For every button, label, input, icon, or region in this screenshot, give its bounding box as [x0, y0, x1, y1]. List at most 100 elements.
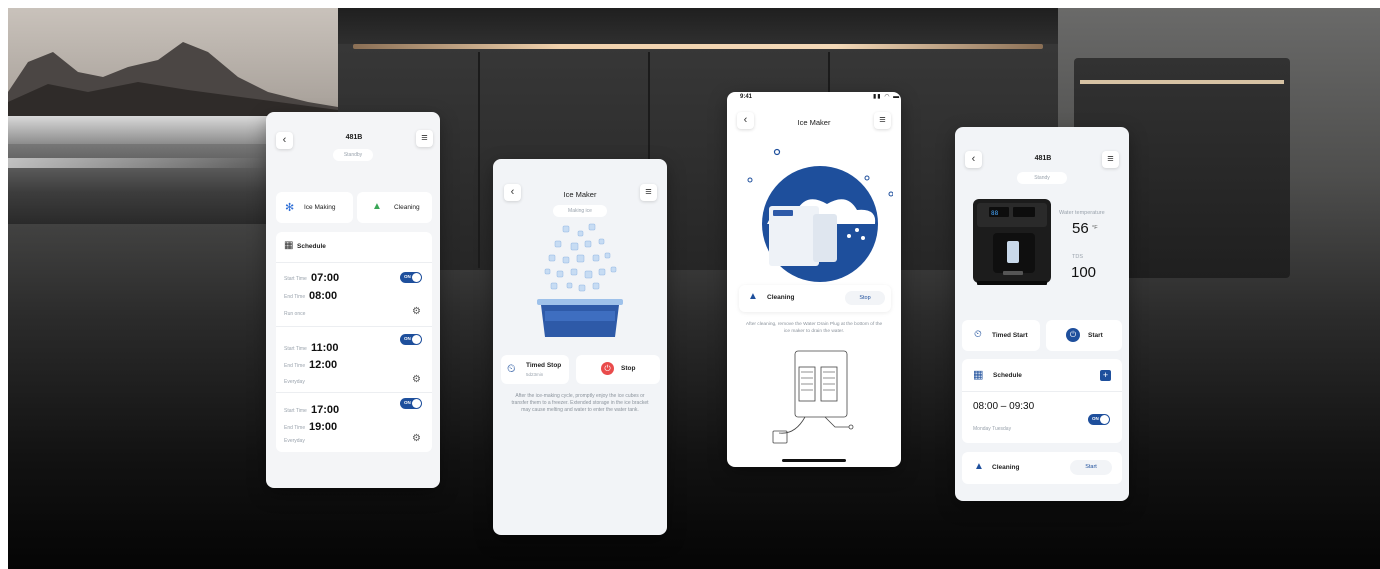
cleaning-panel: ▲ Cleaning Start — [962, 452, 1122, 484]
timer-icon: ⏲ — [507, 363, 516, 375]
stop-label: Stop — [621, 365, 636, 372]
cleaning-start-button[interactable]: Start — [1070, 460, 1112, 475]
cabinet-light-strip — [353, 44, 1043, 49]
timed-stop-sub: 5d23min — [526, 372, 544, 377]
back-button[interactable]: ‹ — [504, 184, 521, 201]
menu-button[interactable]: ≡ — [416, 130, 433, 147]
add-schedule-button[interactable]: + — [1100, 370, 1111, 381]
schedule-days: Monday Tuesday — [973, 426, 1012, 432]
cleaning-label: Cleaning — [394, 204, 420, 211]
kitchen-background — [8, 8, 1380, 569]
start-time-value: 07:00 — [311, 272, 340, 284]
screen-title: Ice Maker — [563, 190, 597, 199]
cleaning-icon: ▲ — [748, 291, 758, 302]
start-time-value: 11:00 — [311, 342, 339, 354]
schedule-label: Schedule — [993, 372, 1022, 379]
water-temp-label: Water temperature — [1059, 210, 1105, 216]
gear-icon[interactable]: ⚙ — [412, 374, 421, 385]
ice-making-label: Ice Making — [304, 204, 336, 211]
cabinet-seam — [478, 52, 480, 268]
ice-maker-product-image: 88 — [973, 199, 1051, 285]
divider — [276, 326, 432, 327]
end-time-value: 12:00 — [309, 359, 338, 371]
phone-screen-ice-maker: ‹ ≡ Ice Maker Making ice ⏲ Timed Stop 5d… — [493, 159, 667, 535]
end-time-value: 08:00 — [309, 290, 338, 302]
phone-screen-cleaning: 9:41 ▮▮ ◠ ▬ ‹ ≡ Ice Maker ▲ Cleaning Sto… — [727, 92, 901, 467]
end-time-label: End Time — [284, 363, 306, 369]
cleaning-button[interactable]: ▲ Cleaning — [357, 192, 432, 223]
repeat-label: Everyday — [284, 379, 305, 385]
schedule-icon: ▦ — [973, 369, 984, 381]
timed-stop-label: Timed Stop — [526, 362, 562, 369]
phone-screen-dashboard: ‹ ≡ 481B Standy 88 Water temperature 56 … — [955, 127, 1129, 501]
divider — [276, 262, 432, 263]
schedule-time: 08:00 – 09:30 — [973, 401, 1035, 412]
tds-label: TDS — [1072, 254, 1083, 260]
tds-value: 100 — [1071, 264, 1097, 281]
schedule-toggle[interactable]: ON — [400, 334, 422, 345]
floor-shine — [8, 158, 268, 168]
repeat-label: Everyday — [284, 438, 305, 444]
schedule-toggle[interactable]: ON — [400, 272, 422, 283]
menu-button[interactable]: ≡ — [1102, 151, 1119, 168]
gear-icon[interactable]: ⚙ — [412, 306, 421, 317]
water-temp-unit: °F — [1092, 225, 1098, 231]
start-time-label: Start Time — [284, 408, 307, 414]
schedule-panel: ▦ Schedule Start Time 07:00 ON End Time … — [276, 232, 432, 452]
timer-icon: ⏲ — [974, 329, 982, 340]
stop-button[interactable]: ⏻ Stop — [576, 355, 660, 384]
cleaning-panel: ▲ Cleaning Stop — [739, 285, 891, 312]
device-title: 481B — [1034, 155, 1052, 162]
timed-start-label: Timed Start — [992, 332, 1028, 339]
ice-making-button[interactable]: ✻ Ice Making — [276, 192, 353, 223]
stop-button[interactable]: Stop — [845, 291, 885, 305]
start-time-value: 17:00 — [311, 404, 340, 416]
phone-screen-schedule: ‹ ≡ 481B Standby ✻ Ice Making ▲ Cleaning… — [266, 112, 440, 488]
cleaning-icon: ▲ — [974, 461, 984, 472]
mountain-silhouette — [8, 42, 338, 118]
back-button[interactable]: ‹ — [737, 112, 754, 129]
start-time-label: Start Time — [284, 346, 307, 352]
cleaning-label: Cleaning — [992, 464, 1020, 471]
repeat-label: Run once — [284, 311, 306, 317]
schedule-icon: ▦ — [284, 240, 294, 251]
start-time-label: Start Time — [284, 276, 307, 282]
drain-diagram — [772, 350, 854, 444]
status-pill: Standy — [1017, 172, 1067, 184]
end-time-label: End Time — [284, 425, 306, 431]
start-button[interactable]: ⏻ Start — [1046, 320, 1122, 351]
screen-title: Ice Maker — [797, 118, 831, 127]
notice-text: After the ice-making cycle, promptly enj… — [511, 393, 649, 413]
cabinet-top — [338, 8, 1058, 44]
schedule-toggle[interactable]: ON — [1088, 414, 1110, 425]
divider — [962, 391, 1122, 392]
device-title: 481B — [345, 134, 363, 141]
power-icon: ⏻ — [601, 362, 614, 375]
notice-text: After cleaning, remove the Water Drain P… — [745, 322, 883, 334]
end-time-label: End Time — [284, 294, 306, 300]
ice-illustration — [537, 223, 623, 337]
menu-button[interactable]: ≡ — [640, 184, 657, 201]
schedule-toggle[interactable]: ON — [400, 398, 422, 409]
timed-start-button[interactable]: ⏲ Timed Start — [962, 320, 1040, 351]
status-pill: Making ice — [553, 205, 607, 217]
gear-icon[interactable]: ⚙ — [412, 433, 421, 444]
side-cabinet-light — [1080, 80, 1284, 84]
cleaning-icon: ▲ — [372, 201, 382, 212]
end-time-value: 19:00 — [309, 421, 338, 433]
back-button[interactable]: ‹ — [276, 132, 293, 149]
svg-text:88: 88 — [991, 210, 999, 217]
snowflake-icon: ✻ — [285, 202, 295, 214]
power-icon: ⏻ — [1066, 328, 1080, 342]
water-temp-value: 56 — [1072, 220, 1089, 237]
schedule-panel: ▦ Schedule + 08:00 – 09:30 Monday Tuesda… — [962, 359, 1122, 443]
menu-button[interactable]: ≡ — [874, 112, 891, 129]
timed-stop-button[interactable]: ⏲ Timed Stop 5d23min — [501, 355, 569, 384]
cleaning-label: Cleaning — [767, 294, 795, 301]
divider — [276, 392, 432, 393]
status-bar-time: 9:41 — [740, 94, 753, 100]
home-indicator — [782, 459, 846, 462]
schedule-label: Schedule — [297, 243, 326, 250]
back-button[interactable]: ‹ — [965, 151, 982, 168]
status-bar-icons: ▮▮ ◠ ▬ — [873, 94, 901, 100]
